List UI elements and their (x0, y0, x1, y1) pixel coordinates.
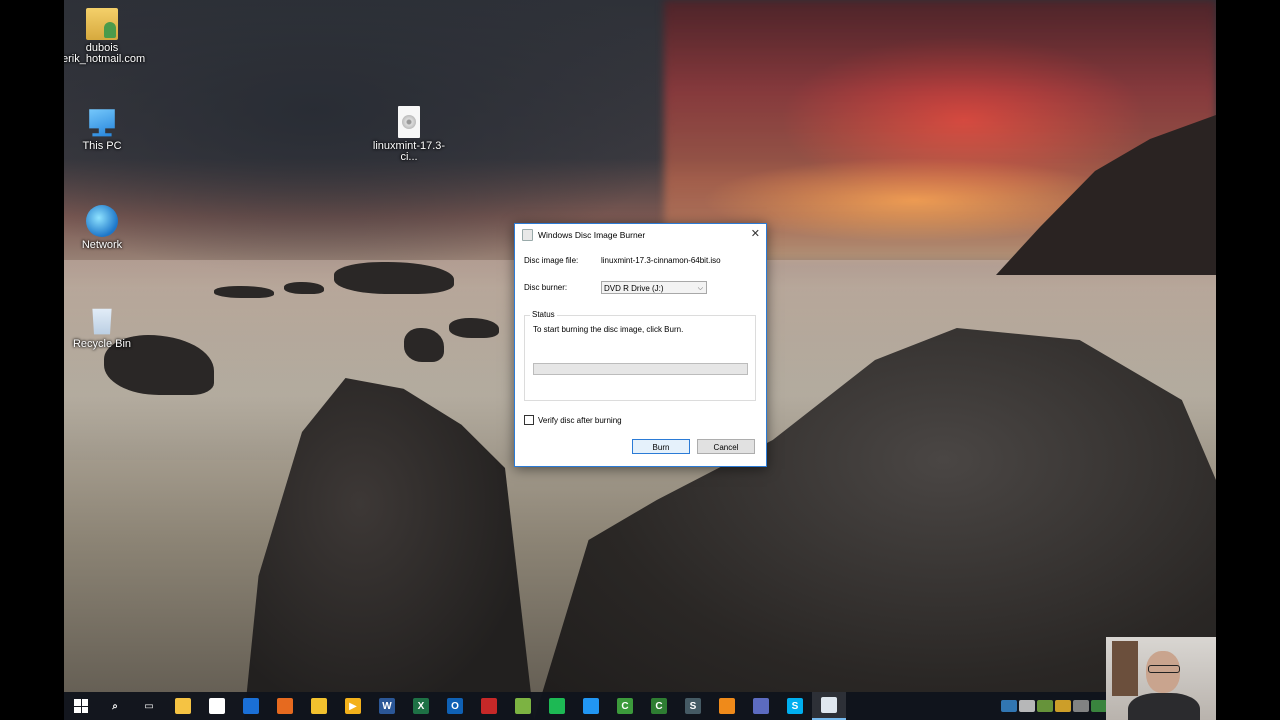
computer-icon (89, 109, 115, 137)
verify-checkbox-row[interactable]: Verify disc after burning (524, 415, 622, 425)
firefox-icon (277, 698, 293, 714)
taskbar-store-button[interactable] (200, 692, 234, 720)
task-view-icon: ▭ (144, 700, 154, 712)
taskbar-settings-app-button[interactable] (710, 692, 744, 720)
disc-image-label: Disc image file: (524, 256, 579, 265)
desktop-icon-label: erik_hotmail.com (64, 53, 146, 65)
taskbar-camtasia-recorder-button[interactable]: C (642, 692, 676, 720)
wifi-app-icon (583, 698, 599, 714)
disc-burner-select[interactable]: DVD R Drive (J:) ⌵ (601, 281, 707, 294)
taskbar-firefox-button[interactable] (268, 692, 302, 720)
camtasia-icon: C (617, 698, 633, 714)
settings-app-icon (719, 698, 735, 714)
desktop-icon-label: linuxmint-17.3-ci... (372, 140, 446, 163)
cancel-button[interactable]: Cancel (697, 439, 755, 454)
acrobat-icon (481, 698, 497, 714)
disc-image-icon (398, 106, 420, 138)
desktop-icon-iso-file[interactable]: linuxmint-17.3-ci... (369, 106, 449, 163)
presenter-glasses (1148, 665, 1180, 673)
user-folder-icon (86, 8, 118, 40)
notepad-plus-icon (515, 698, 531, 714)
network-icon (86, 205, 118, 237)
disc-burner-icon (522, 228, 533, 241)
distant-rock (404, 328, 444, 362)
taskbar-outlook-button[interactable]: O (438, 692, 472, 720)
tray-app-5-icon[interactable] (1073, 700, 1089, 712)
taskbar-task-view-button[interactable]: ▭ (132, 692, 166, 720)
status-group: Status To start burning the disc image, … (524, 310, 756, 401)
tray-app-4-icon[interactable] (1055, 700, 1071, 712)
taskbar-word-button[interactable]: W (370, 692, 404, 720)
taskbar-app-s-button[interactable]: S (676, 692, 710, 720)
desktop-icon-this-pc[interactable]: This PC (64, 106, 142, 152)
tray-app-3-icon[interactable] (1037, 700, 1053, 712)
taskbar-acrobat-button[interactable] (472, 692, 506, 720)
media-player-icon: ▶ (345, 698, 361, 714)
taskbar-skype-button[interactable]: S (778, 692, 812, 720)
distant-rock (214, 286, 274, 298)
taskbar-file-explorer-button[interactable] (166, 692, 200, 720)
taskbar-teamviewer-button[interactable] (234, 692, 268, 720)
windows-icon (74, 699, 88, 713)
teamviewer-icon (243, 698, 259, 714)
taskbar-chrome-button[interactable] (302, 692, 336, 720)
dialog-title: Windows Disc Image Burner (538, 229, 646, 240)
taskbar-notepad-plus-button[interactable] (506, 692, 540, 720)
desktop-icon-label: Recycle Bin (72, 338, 132, 350)
network-app-icon (753, 698, 769, 714)
distant-rock (449, 318, 499, 338)
status-message: To start burning the disc image, click B… (533, 325, 684, 334)
bookshelf (1112, 641, 1138, 696)
close-icon[interactable]: ✕ (751, 228, 760, 240)
distant-rock (334, 262, 454, 294)
taskbar-media-player-button[interactable]: ▶ (336, 692, 370, 720)
skype-icon: S (787, 698, 803, 714)
dialog-titlebar[interactable]: Windows Disc Image Burner ✕ (515, 224, 766, 245)
status-label: Status (530, 310, 557, 319)
desktop-icon-network[interactable]: Network (64, 205, 142, 251)
excel-icon: X (413, 698, 429, 714)
tray-app-1-icon[interactable] (1001, 700, 1017, 712)
taskbar-spotify-button[interactable] (540, 692, 574, 720)
chrome-icon (311, 698, 327, 714)
presenter-body (1128, 693, 1200, 720)
verify-label: Verify disc after burning (538, 415, 622, 425)
desktop-icon-label: This PC (82, 140, 122, 152)
desktop-icon-recycle-bin[interactable]: Recycle Bin (64, 304, 142, 350)
desktop-icon-user[interactable]: dubois erik_hotmail.com (64, 8, 146, 65)
disc-burner-icon (821, 697, 837, 713)
disc-burner-selected: DVD R Drive (J:) (604, 284, 664, 293)
verify-checkbox[interactable] (524, 415, 534, 425)
taskbar-search-button[interactable]: ⌕ (98, 692, 132, 720)
taskbar-excel-button[interactable]: X (404, 692, 438, 720)
word-icon: W (379, 698, 395, 714)
taskbar-disc-burner-button[interactable] (812, 692, 846, 720)
start-button[interactable] (64, 692, 98, 720)
desktop-icon-label: Network (81, 239, 123, 251)
webcam-overlay (1106, 637, 1216, 720)
taskbar: ⌕ ▭ ▶ W X O C C S S (64, 692, 1216, 720)
tray-app-2-icon[interactable] (1019, 700, 1035, 712)
tray-app-6-icon[interactable] (1091, 700, 1107, 712)
disc-image-burner-dialog: Windows Disc Image Burner ✕ Disc image f… (514, 223, 767, 467)
chevron-down-icon: ⌵ (697, 285, 703, 292)
taskbar-network-app-button[interactable] (744, 692, 778, 720)
file-explorer-icon (175, 698, 191, 714)
outlook-icon: O (447, 698, 463, 714)
camtasia-recorder-icon: C (651, 698, 667, 714)
spotify-icon (549, 698, 565, 714)
disc-burner-label: Disc burner: (524, 283, 568, 292)
burn-button[interactable]: Burn (632, 439, 690, 454)
recycle-bin-icon (92, 308, 112, 335)
search-icon: ⌕ (112, 700, 118, 712)
disc-image-value: linuxmint-17.3-cinnamon-64bit.iso (601, 256, 721, 265)
store-icon (209, 698, 225, 714)
distant-rock (284, 282, 324, 294)
burn-progress-bar (533, 363, 748, 375)
app-s-icon: S (685, 698, 701, 714)
taskbar-wifi-app-button[interactable] (574, 692, 608, 720)
taskbar-camtasia-button[interactable]: C (608, 692, 642, 720)
